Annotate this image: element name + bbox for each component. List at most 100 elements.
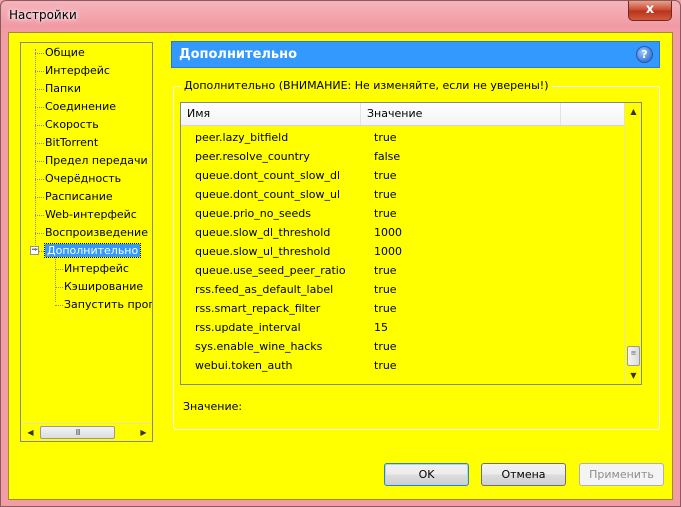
setting-value: 15 <box>374 321 388 334</box>
setting-value: true <box>374 264 397 277</box>
list-row[interactable]: queue.dont_count_slow_ul true <box>181 185 624 204</box>
setting-name: queue.prio_no_seeds <box>195 207 311 220</box>
tree-item-label: Соединение <box>45 100 117 113</box>
list-row[interactable]: queue.dont_count_slow_dl true <box>181 166 624 185</box>
scroll-thumb[interactable]: ≡ <box>627 346 640 366</box>
tree-item[interactable]: Дополнительно <box>43 242 142 259</box>
tree-item-label: Воспроизведение <box>45 226 148 239</box>
setting-name: queue.dont_count_slow_dl <box>195 169 341 182</box>
close-button[interactable]: x <box>628 1 672 21</box>
tree-connector <box>35 107 44 108</box>
list-row[interactable]: queue.prio_no_seeds true <box>181 204 624 223</box>
tree-item[interactable]: Расписание <box>45 188 113 205</box>
tree-item[interactable]: Кэширование <box>64 278 143 295</box>
tree-connector <box>35 125 44 126</box>
column-header-name[interactable]: Имя <box>181 103 361 125</box>
scroll-right-arrow-icon[interactable]: ▶ <box>135 424 152 441</box>
setting-name: sys.enable_wine_hacks <box>195 340 323 353</box>
tree-item-label: Запустить прогр <box>64 298 153 311</box>
tree-connector <box>35 49 36 251</box>
tree-connector <box>35 161 44 162</box>
setting-value: true <box>374 188 397 201</box>
setting-name: peer.lazy_bitfield <box>195 131 289 144</box>
tree-connector <box>35 89 44 90</box>
tree-connector <box>35 53 44 54</box>
tree-item-label: Кэширование <box>64 280 144 293</box>
list-row[interactable]: rss.update_interval 15 <box>181 318 624 337</box>
tree-item-label: Папки <box>45 82 81 95</box>
tree-connector <box>35 179 44 180</box>
list-row[interactable]: peer.lazy_bitfield true <box>181 128 624 147</box>
tree-connector <box>35 215 44 216</box>
scroll-left-arrow-icon[interactable]: ◀ <box>22 424 39 441</box>
scroll-thumb[interactable]: III <box>40 426 115 439</box>
scroll-up-arrow-icon[interactable]: ▲ <box>625 103 642 120</box>
help-icon[interactable]: ? <box>636 46 653 63</box>
list-row[interactable]: queue.use_seed_peer_ratio true <box>181 261 624 280</box>
section-title: Дополнительно <box>179 47 298 62</box>
setting-name: queue.slow_dl_threshold <box>195 226 331 239</box>
setting-name: peer.resolve_country <box>195 150 310 163</box>
tree-item-label: Интерфейс <box>64 262 129 275</box>
tree-connector <box>55 256 56 302</box>
column-header-value[interactable]: Значение <box>361 103 561 125</box>
close-icon: x <box>645 2 655 17</box>
tree-item-label: Интерфейс <box>45 64 110 77</box>
tree-connector <box>55 269 63 270</box>
setting-name: queue.slow_ul_threshold <box>195 245 331 258</box>
tree-item[interactable]: Общие <box>45 44 85 61</box>
list-row[interactable]: queue.slow_ul_threshold 1000 <box>181 242 624 261</box>
setting-value: 1000 <box>374 226 402 239</box>
list-vertical-scrollbar[interactable]: ▲ ≡ ▼ <box>624 103 641 384</box>
tree-item[interactable]: Соединение <box>45 98 116 115</box>
tree-connector <box>35 143 44 144</box>
setting-value: true <box>374 302 397 315</box>
scroll-down-arrow-icon[interactable]: ▼ <box>625 367 642 384</box>
tree-connector <box>35 233 44 234</box>
tree-item[interactable]: Интерфейс <box>45 62 110 79</box>
tree-item[interactable]: Предел передачи <box>45 152 148 169</box>
tree-connector <box>55 305 63 306</box>
tree-item-label: Предел передачи <box>45 154 148 167</box>
cancel-button[interactable]: Отмена <box>481 463 566 486</box>
tree-item[interactable]: Очерёдность <box>45 170 121 187</box>
list-row[interactable]: rss.feed_as_default_label true <box>181 280 624 299</box>
tree-item-label: Расписание <box>45 190 113 203</box>
title-bar[interactable]: Настройки x <box>1 1 680 31</box>
list-header: Имя Значение <box>181 103 624 126</box>
tree-item[interactable]: Интерфейс <box>64 260 129 277</box>
tree-horizontal-scrollbar[interactable]: ◀ III ▶ <box>22 423 152 440</box>
setting-value: true <box>374 169 397 182</box>
value-label: Значение: <box>183 400 243 413</box>
tree-item-label: Общие <box>45 46 85 59</box>
tree-item[interactable]: BitTorrent <box>45 134 98 151</box>
setting-name: rss.update_interval <box>195 321 301 334</box>
tree-item[interactable]: Запустить прогр <box>64 296 153 313</box>
tree-connector <box>35 71 44 72</box>
tree-connector <box>35 197 44 198</box>
groupbox-title: Дополнительно (ВНИМАНИЕ: Не изменяйте, е… <box>181 79 552 92</box>
tree-item[interactable]: Скорость <box>45 116 99 133</box>
tree-item[interactable]: Воспроизведение <box>45 224 148 241</box>
tree-item-label: Очерёдность <box>45 172 122 185</box>
tree-item-label: BitTorrent <box>45 136 99 149</box>
advanced-settings-list[interactable]: Имя Значение peer.lazy_bitfield true peer.… <box>180 102 642 385</box>
list-row[interactable]: rss.smart_repack_filter true <box>181 299 624 318</box>
setting-value: true <box>374 207 397 220</box>
setting-name: rss.feed_as_default_label <box>195 283 334 296</box>
setting-value: true <box>374 359 397 372</box>
category-tree[interactable]: Общие Интерфейс Папки Соединение Скорость Bit… <box>20 42 153 442</box>
tree-item[interactable]: Web-интерфейс <box>45 206 137 223</box>
list-row[interactable]: webui.token_auth true <box>181 356 624 375</box>
setting-name: queue.dont_count_slow_ul <box>195 188 341 201</box>
tree-item[interactable]: Папки <box>45 80 81 97</box>
list-row[interactable]: queue.slow_dl_threshold 1000 <box>181 223 624 242</box>
setting-value: true <box>374 131 397 144</box>
setting-name: queue.use_seed_peer_ratio <box>195 264 346 277</box>
tree-connector <box>55 287 63 288</box>
tree-item-label: Скорость <box>45 118 99 131</box>
list-row[interactable]: peer.resolve_country false <box>181 147 624 166</box>
ok-button[interactable]: OK <box>384 463 469 486</box>
list-row[interactable]: sys.enable_wine_hacks true <box>181 337 624 356</box>
apply-button[interactable]: Применить <box>579 463 664 486</box>
